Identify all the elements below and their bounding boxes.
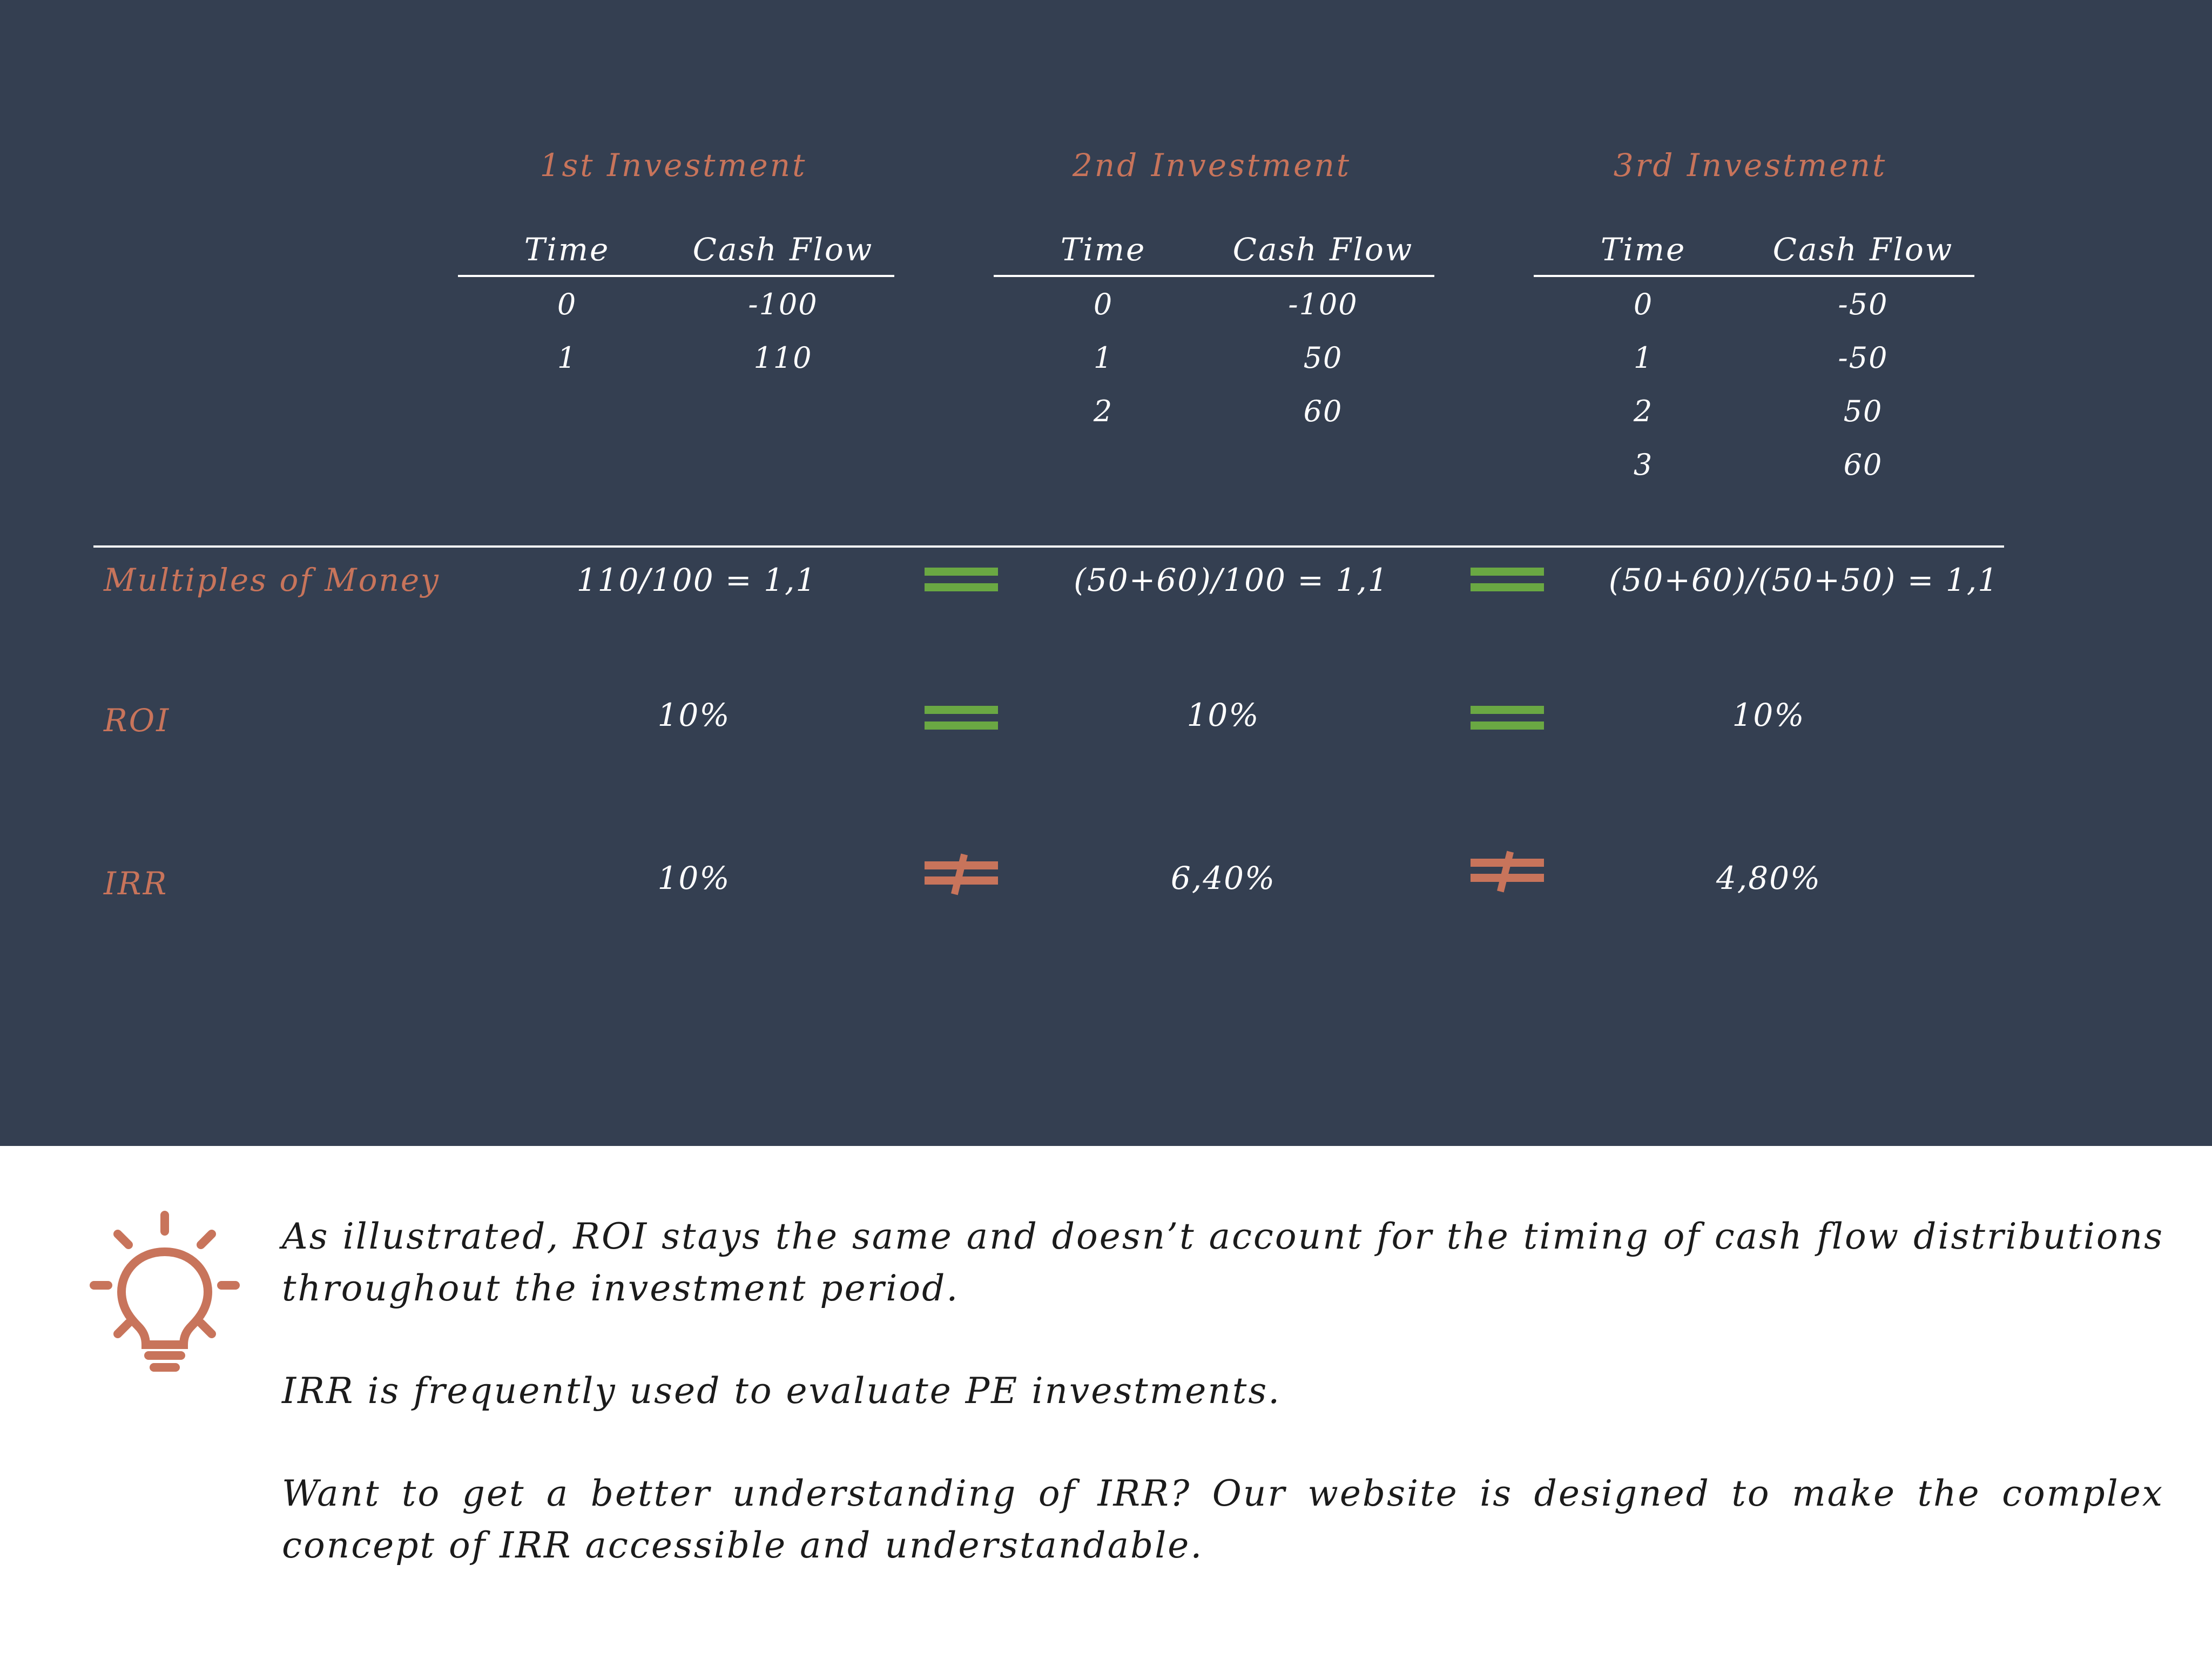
investment-1-title: 1st Investment: [539, 147, 807, 184]
comparison-rule: [93, 545, 2004, 548]
investment-1-time-header: Time: [524, 231, 610, 268]
investment-3-cashflow-cell: -50: [1838, 287, 1889, 321]
investment-3-time-cell: 3: [1633, 448, 1654, 482]
investment-2-cashflow-cell: 50: [1303, 341, 1343, 375]
investment-3-time-cell: 1: [1633, 341, 1654, 375]
investment-3-time-cell: 0: [1633, 287, 1654, 321]
investment-1-cashflow-cell: -100: [748, 287, 818, 321]
investment-2-time-header: Time: [1060, 231, 1147, 268]
investment-2-time-cell: 0: [1093, 287, 1114, 321]
investment-3-time-header: Time: [1600, 231, 1687, 268]
investment-3-cashflow-cell: 60: [1843, 448, 1883, 482]
investment-1-header-rule: [458, 275, 894, 277]
investment-3-title: 3rd Investment: [1613, 147, 1887, 184]
investment-2-time-cell: 1: [1093, 341, 1114, 375]
note-paragraph-2: IRR is frequently used to evaluate PE in…: [282, 1370, 1282, 1412]
note-paragraph-3: Want to get a better understanding of IR…: [282, 1473, 2164, 1566]
investment-1-time-cell: 1: [557, 341, 577, 375]
investment-3-cashflow-cell: -50: [1838, 341, 1889, 375]
investment-1-time-cell: 0: [557, 287, 577, 321]
roi-value-1: 10%: [657, 697, 731, 733]
investment-2-cashflow-header: Cash Flow: [1232, 231, 1414, 268]
investment-3-header-rule: [1534, 275, 1974, 277]
investment-1-cashflow-cell: 110: [753, 341, 813, 375]
roi-value-3: 10%: [1732, 697, 1805, 733]
multiples-value-3: (50+60)/(50+50) = 1,1: [1608, 562, 1999, 598]
irr-value-2: 6,40%: [1170, 860, 1276, 896]
multiples-value-2: (50+60)/100 = 1,1: [1074, 562, 1389, 598]
not-equal-sign-icon: [1471, 851, 1544, 893]
multiples-of-money-label: Multiples of Money: [104, 562, 440, 598]
equal-sign-icon: [925, 568, 998, 591]
roi-label: ROI: [104, 702, 171, 739]
investment-3-time-cell: 2: [1633, 394, 1654, 428]
not-equal-sign-icon: [925, 853, 998, 895]
investment-1-cashflow-header: Cash Flow: [692, 231, 874, 268]
irr-value-3: 4,80%: [1716, 860, 1822, 896]
irr-label: IRR: [104, 865, 168, 902]
note-paragraph-1: As illustrated, ROI stays the same and d…: [282, 1216, 2164, 1309]
investment-2-time-cell: 2: [1093, 394, 1114, 428]
investment-3-cashflow-cell: 50: [1843, 394, 1883, 428]
equal-sign-icon: [925, 706, 998, 730]
investment-2-cashflow-cell: 60: [1303, 394, 1343, 428]
investment-2-title: 2nd Investment: [1072, 147, 1352, 184]
irr-value-1: 10%: [657, 860, 731, 896]
investment-2-cashflow-cell: -100: [1288, 287, 1358, 321]
equal-sign-icon: [1471, 568, 1544, 591]
lightbulb-icon: [86, 1210, 243, 1377]
roi-value-2: 10%: [1186, 697, 1260, 733]
investment-3-cashflow-header: Cash Flow: [1772, 231, 1954, 268]
investment-2-header-rule: [994, 275, 1434, 277]
multiples-value-1: 110/100 = 1,1: [576, 562, 817, 598]
equal-sign-icon: [1471, 706, 1544, 730]
